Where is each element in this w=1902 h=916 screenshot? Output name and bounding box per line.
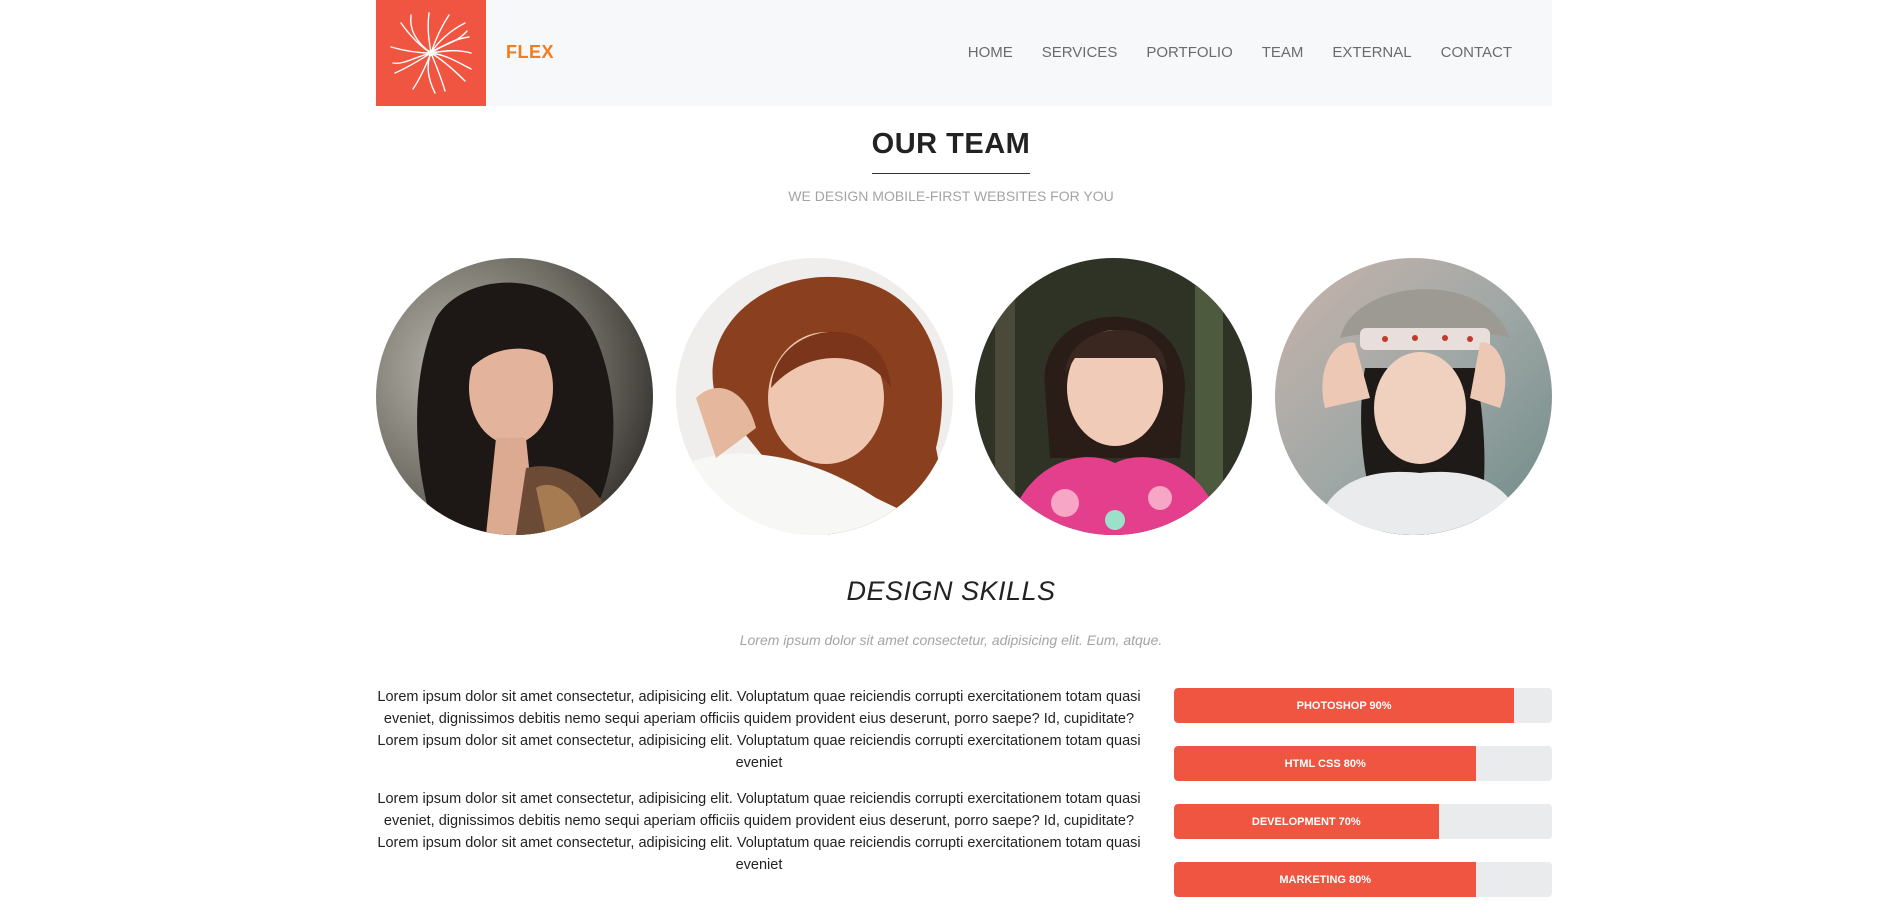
skill-bar-marketing: MARKETING 80% xyxy=(1174,862,1477,897)
skill-bar-track: DEVELOPMENT 70% xyxy=(1174,804,1552,839)
skill-bars: PHOTOSHOP 90% HTML CSS 80% DEVELOPMENT 7… xyxy=(1174,688,1552,916)
skill-bar-label: DEVELOPMENT 70% xyxy=(1251,815,1361,828)
skill-bar-track: PHOTOSHOP 90% xyxy=(1174,688,1552,723)
skill-bar-track: MARKETING 80% xyxy=(1174,862,1552,897)
skills-section: Lorem ipsum dolor sit amet consectetur, … xyxy=(376,0,1552,916)
skill-bar-label: PHOTOSHOP 90% xyxy=(1296,699,1392,712)
skill-bar-development: DEVELOPMENT 70% xyxy=(1174,804,1439,839)
skill-bar-photoshop: PHOTOSHOP 90% xyxy=(1174,688,1515,723)
skill-bar-track: HTML CSS 80% xyxy=(1174,746,1552,781)
skill-bar-label: HTML CSS 80% xyxy=(1284,757,1366,770)
skill-bar-label: MARKETING 80% xyxy=(1279,873,1372,886)
skills-paragraph-1: Lorem ipsum dolor sit amet consectetur, … xyxy=(377,689,1141,771)
skills-paragraph-2: Lorem ipsum dolor sit amet consectetur, … xyxy=(377,791,1141,873)
skill-bar-html-css: HTML CSS 80% xyxy=(1174,746,1477,781)
